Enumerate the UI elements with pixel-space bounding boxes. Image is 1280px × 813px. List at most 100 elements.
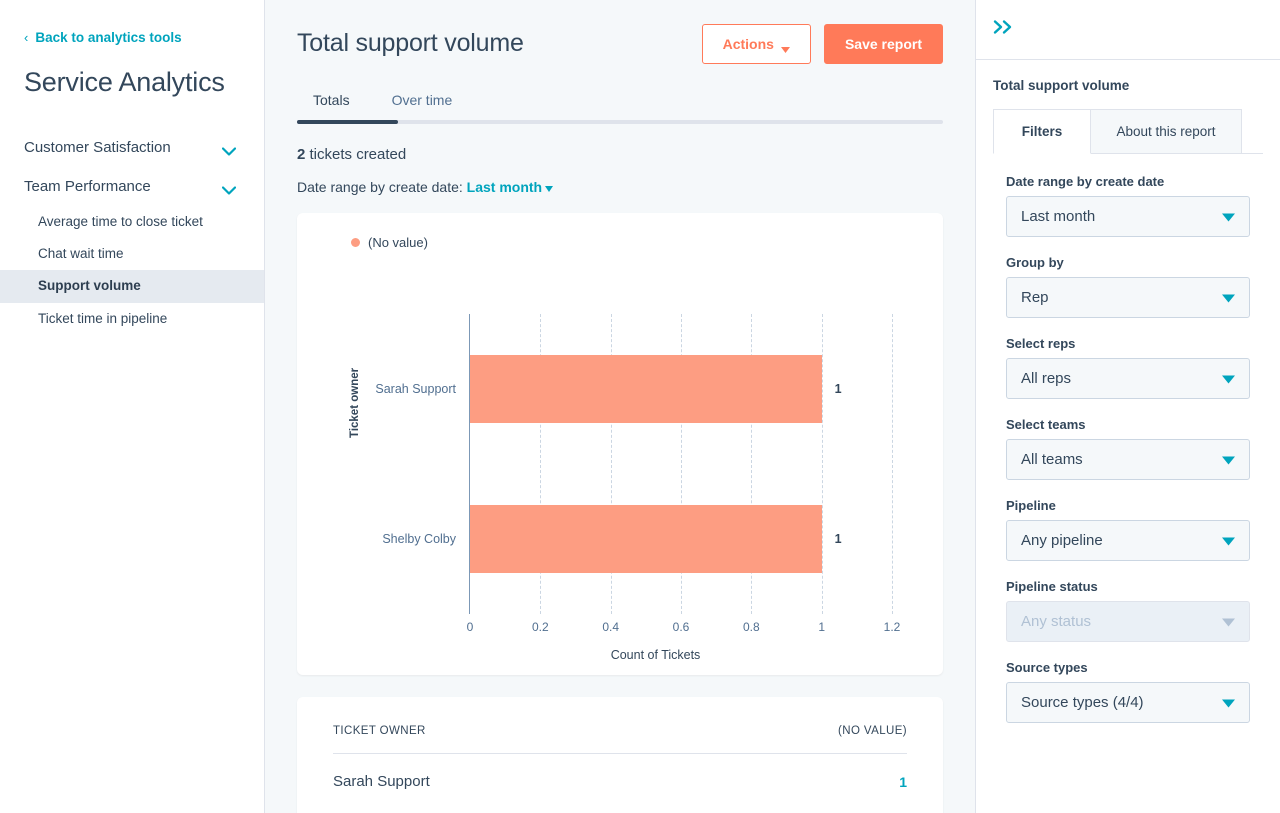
summary-text: 2 tickets created (297, 146, 943, 163)
app-root: ‹ Back to analytics tools Service Analyt… (0, 0, 1280, 813)
sidebar-item-chat-wait-time[interactable]: Chat wait time (0, 238, 264, 270)
filter-group: Pipeline status Any status (1006, 579, 1250, 642)
right-panel-body: Total support volume Filters About this … (976, 60, 1280, 723)
filter-group: Group by Rep (1006, 255, 1250, 318)
right-panel-title: Total support volume (993, 78, 1263, 93)
filter-selected-value: All teams (1021, 451, 1083, 468)
caret-down-icon (781, 41, 790, 47)
chevron-left-icon: ‹ (24, 31, 28, 44)
tab-over-time[interactable]: Over time (376, 84, 469, 120)
x-axis-tick-label: 0.6 (673, 620, 690, 634)
chevron-down-icon (222, 143, 236, 152)
save-report-button[interactable]: Save report (824, 24, 943, 64)
bar-chart: Ticket owner 00.20.40.60.811.2Sarah Supp… (321, 258, 919, 658)
panel-tabs-filler (1242, 109, 1263, 154)
caret-down-icon (1222, 532, 1235, 549)
bar[interactable] (470, 355, 822, 423)
tab-underline-track (297, 120, 943, 124)
cell-ticket-owner: Sarah Support (333, 754, 668, 791)
caret-down-icon (1222, 694, 1235, 711)
tab-active-indicator (297, 120, 398, 124)
filter-label: Pipeline (1006, 498, 1250, 513)
sidebar-group-label: Customer Satisfaction (24, 139, 171, 156)
legend-label: (No value) (368, 235, 428, 250)
report-tabs: Totals Over time (297, 84, 943, 120)
filter-label: Group by (1006, 255, 1250, 270)
filter-label: Pipeline status (1006, 579, 1250, 594)
x-axis-tick-label: 0.4 (602, 620, 619, 634)
content-header: Total support volume Actions Save report (297, 24, 943, 64)
actions-button[interactable]: Actions (702, 24, 811, 64)
filter-selected-value: Any status (1021, 613, 1091, 630)
date-range-dropdown[interactable]: Last month (467, 179, 553, 195)
filter-select-date-range-by-create-date[interactable]: Last month (1006, 196, 1250, 237)
filter-group: Source typesSource types (4/4) (1006, 660, 1250, 723)
report-title: Total support volume (297, 24, 524, 58)
filter-select-select-teams[interactable]: All teams (1006, 439, 1250, 480)
filter-selected-value: Rep (1021, 289, 1049, 306)
back-link-label: Back to analytics tools (35, 30, 181, 45)
caret-down-icon (1222, 370, 1235, 387)
x-axis-tick-label: 1.2 (884, 620, 901, 634)
date-range-label: Date range by create date: (297, 179, 463, 195)
right-panel-header (976, 0, 1280, 60)
panel-tabs: Filters About this report (993, 109, 1263, 154)
actions-button-label: Actions (723, 37, 774, 51)
filter-group: Pipeline Any pipeline (1006, 498, 1250, 561)
sidebar-group-customer-satisfaction[interactable]: Customer Satisfaction (0, 128, 264, 167)
sidebar-item-support-volume[interactable]: Support volume (0, 270, 264, 302)
filter-group: Date range by create dateLast month (1006, 174, 1250, 237)
cell-count-link[interactable]: 1 (668, 754, 907, 791)
gridline (822, 314, 823, 614)
x-axis-tick-label: 0.2 (532, 620, 549, 634)
caret-down-icon (1222, 613, 1235, 630)
gridline (892, 314, 893, 614)
right-panel: Total support volume Filters About this … (975, 0, 1280, 813)
sidebar-item-ticket-time-in-pipeline[interactable]: Ticket time in pipeline (0, 303, 264, 335)
sidebar-item-average-time-to-close-ticket[interactable]: Average time to close ticket (0, 206, 264, 238)
table-header-row: TICKET OWNER (NO VALUE) (333, 725, 907, 754)
filter-select-group-by[interactable]: Rep (1006, 277, 1250, 318)
filter-group: Select teams All teams (1006, 417, 1250, 480)
back-to-analytics-tools-link[interactable]: ‹ Back to analytics tools (0, 30, 264, 45)
y-axis-category-label: Shelby Colby (382, 532, 470, 546)
x-axis-tick-label: 0 (467, 620, 474, 634)
tab-about-this-report[interactable]: About this report (1091, 109, 1242, 154)
y-axis-title: Ticket owner (349, 368, 361, 438)
caret-down-icon (1222, 289, 1235, 306)
data-table-card: TICKET OWNER (NO VALUE) Sarah Support 1 (297, 697, 943, 813)
column-header-no-value: (NO VALUE) (668, 725, 907, 754)
main-content: Total support volume Actions Save report… (265, 0, 975, 813)
legend-color-swatch-icon (351, 238, 360, 247)
plot-area: 00.20.40.60.811.2Sarah Support1Shelby Co… (469, 314, 841, 614)
chevron-down-icon (222, 182, 236, 191)
filter-select-pipeline[interactable]: Any pipeline (1006, 520, 1250, 561)
collapse-panel-icon[interactable] (993, 19, 1015, 40)
bar[interactable] (470, 505, 822, 573)
filter-label: Select reps (1006, 336, 1250, 351)
bar-group: Shelby Colby1 (470, 505, 822, 573)
sidebar-group-team-performance[interactable]: Team Performance (0, 167, 264, 206)
table-row: Sarah Support 1 (333, 754, 907, 791)
page-title: Service Analytics (0, 67, 264, 98)
bar-value-label: 1 (822, 532, 842, 546)
caret-down-icon (1222, 208, 1235, 225)
y-axis-category-label: Sarah Support (375, 382, 470, 396)
filter-list: Date range by create dateLast month Group… (993, 154, 1263, 723)
date-range-row: Date range by create date: Last month (297, 179, 943, 195)
chart-legend: (No value) (321, 235, 919, 250)
column-header-ticket-owner: TICKET OWNER (333, 725, 668, 754)
filter-selected-value: Source types (4/4) (1021, 694, 1144, 711)
tab-totals[interactable]: Totals (297, 84, 366, 120)
filter-label: Select teams (1006, 417, 1250, 432)
left-sidebar: ‹ Back to analytics tools Service Analyt… (0, 0, 265, 813)
tab-filters[interactable]: Filters (993, 109, 1091, 154)
filter-select-source-types[interactable]: Source types (4/4) (1006, 682, 1250, 723)
filter-select-select-reps[interactable]: All reps (1006, 358, 1250, 399)
caret-down-icon (545, 179, 553, 185)
filter-selected-value: All reps (1021, 370, 1071, 387)
filter-selected-value: Any pipeline (1021, 532, 1103, 549)
x-axis-tick-label: 1 (818, 620, 825, 634)
sidebar-group-label: Team Performance (24, 178, 151, 195)
chart-card: (No value) Ticket owner 00.20.40.60.811.… (297, 213, 943, 675)
